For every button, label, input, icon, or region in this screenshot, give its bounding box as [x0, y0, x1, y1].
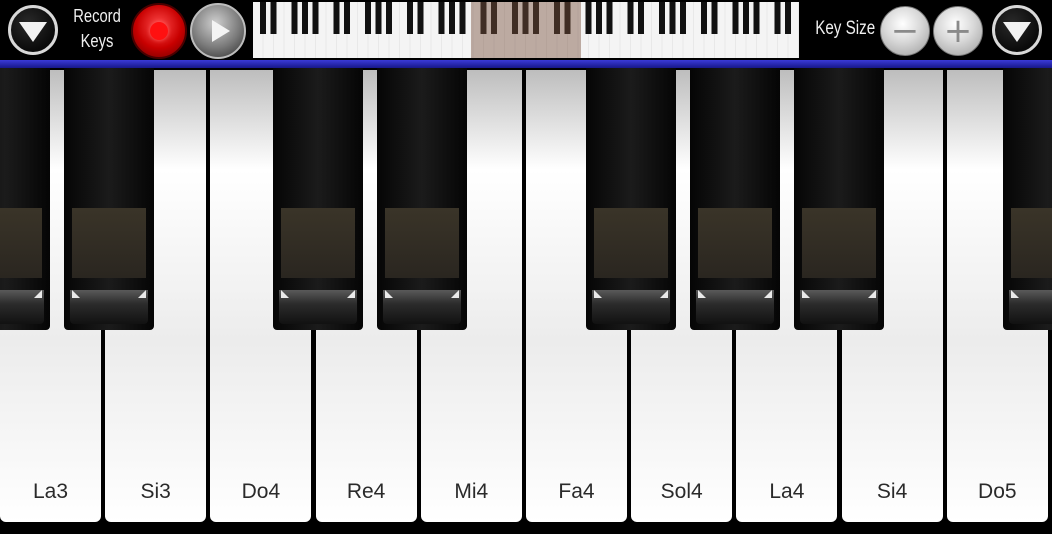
mini-black-key	[596, 2, 602, 34]
play-icon	[211, 20, 230, 42]
black-key[interactable]	[273, 68, 363, 330]
keyboard-navigator[interactable]	[253, 2, 799, 58]
plus-icon: +	[943, 11, 973, 51]
key-shade	[385, 208, 459, 278]
key-note-label: Si3	[140, 480, 171, 503]
chevron-down-icon	[1003, 22, 1031, 42]
key-note-label: La4	[769, 480, 805, 503]
black-key[interactable]	[690, 68, 780, 330]
key-note-label: Fa4	[558, 480, 595, 503]
key-shade	[698, 208, 772, 278]
key-tip	[0, 290, 44, 324]
mini-black-key	[407, 2, 413, 34]
play-button[interactable]	[190, 3, 246, 59]
record-label-line1: Record	[73, 6, 121, 26]
visible-range-window[interactable]	[471, 2, 581, 58]
mini-black-key	[743, 2, 749, 34]
mini-black-key	[606, 2, 613, 34]
key-shade	[1011, 208, 1052, 278]
mini-black-key	[386, 2, 392, 34]
black-key[interactable]	[794, 68, 884, 330]
mini-black-key	[438, 2, 445, 34]
mini-black-key	[260, 2, 266, 34]
black-key[interactable]	[586, 68, 676, 330]
key-size-decrease-button[interactable]: −	[880, 6, 930, 56]
mini-black-key	[459, 2, 466, 34]
key-shade	[594, 208, 668, 278]
key-tip	[383, 290, 461, 324]
key-size-label: Key Size	[815, 18, 876, 39]
key-tip	[279, 290, 357, 324]
record-label-line2: Keys	[80, 31, 114, 51]
top-toolbar: Record Keys Key Size − +	[0, 0, 1052, 60]
key-tip	[1009, 290, 1052, 324]
mini-black-key	[449, 2, 455, 34]
mini-black-key	[344, 2, 350, 34]
mini-black-key	[312, 2, 319, 34]
record-button[interactable]	[131, 3, 187, 59]
mini-black-key	[270, 2, 277, 34]
right-menu-button[interactable]	[992, 5, 1042, 55]
key-shade	[281, 208, 355, 278]
record-icon	[150, 22, 168, 40]
mini-black-key	[680, 2, 686, 34]
key-note-label: Do5	[978, 480, 1017, 503]
black-key[interactable]	[64, 68, 154, 330]
mini-black-key	[375, 2, 382, 34]
mini-black-key	[417, 2, 424, 34]
mini-black-key	[659, 2, 665, 34]
black-key[interactable]	[377, 68, 467, 330]
key-tip	[696, 290, 774, 324]
mini-black-key	[365, 2, 371, 34]
black-key[interactable]	[0, 68, 50, 330]
left-menu-button[interactable]	[8, 5, 58, 55]
key-note-label: Si4	[876, 480, 908, 503]
key-tip	[70, 290, 148, 324]
key-note-label: Mi4	[454, 480, 489, 503]
mini-black-key	[785, 2, 791, 34]
accent-bar	[0, 60, 1052, 68]
chevron-down-icon	[19, 22, 47, 42]
black-key[interactable]	[1003, 68, 1052, 330]
key-tip	[800, 290, 878, 324]
mini-black-key	[585, 2, 592, 34]
key-size-increase-button[interactable]: +	[933, 6, 983, 56]
mini-black-key	[669, 2, 676, 34]
record-keys-label: Record Keys	[73, 4, 121, 54]
key-note-label: Sol4	[660, 480, 703, 503]
key-note-label: Do4	[241, 480, 281, 503]
minus-icon: −	[890, 11, 920, 51]
key-note-label: Re4	[346, 480, 386, 503]
mini-black-key	[291, 2, 298, 34]
mini-black-key	[701, 2, 707, 34]
key-shade	[0, 208, 42, 278]
mini-black-key	[638, 2, 644, 34]
mini-black-key	[732, 2, 739, 34]
key-shade	[72, 208, 146, 278]
key-tip	[592, 290, 670, 324]
mini-black-key	[627, 2, 634, 34]
mini-black-key	[711, 2, 718, 34]
key-note-label: La3	[32, 480, 69, 503]
mini-black-key	[774, 2, 781, 34]
mini-black-key	[302, 2, 308, 34]
piano-keyboard: La3 Si3 Do4 Re4 Mi4 Fa4 Sol4 La4 Si4 Do5	[0, 68, 1052, 534]
mini-black-key	[333, 2, 340, 34]
key-shade	[802, 208, 876, 278]
mini-black-key	[753, 2, 760, 34]
